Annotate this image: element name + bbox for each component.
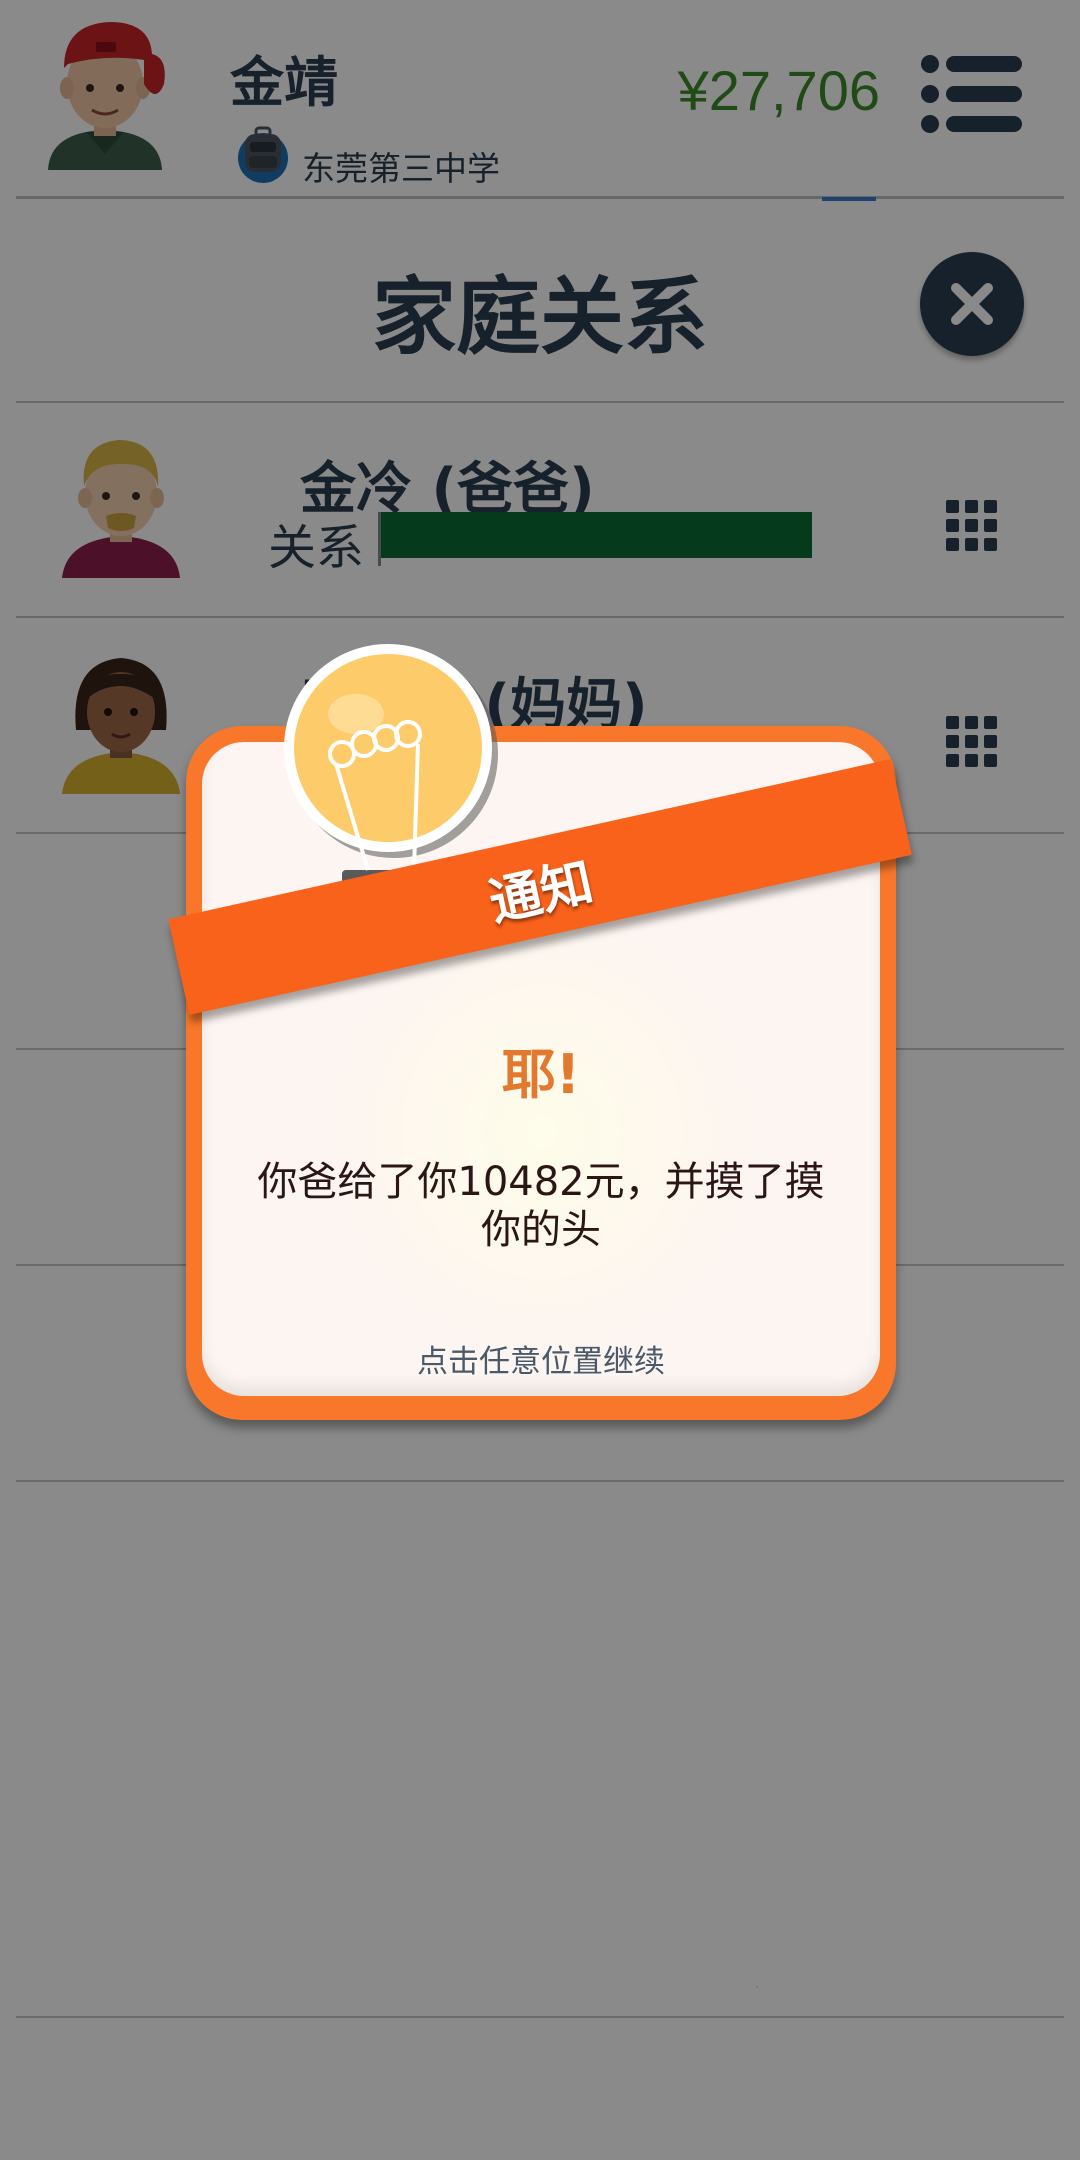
decorative-dot — [756, 1986, 758, 1988]
dialog-message: 你爸给了你10482元，并摸了摸你的头 — [257, 1159, 825, 1253]
divider — [16, 2016, 1064, 2018]
divider — [16, 1480, 1064, 1482]
continue-hint[interactable]: 点击任意位置继续 — [186, 1336, 896, 1381]
app-screen: 金靖 东莞第三中学 ¥27,706 家庭关系 金冷 (爸爸) 关系 (妈妈) 通… — [0, 0, 1080, 2160]
dialog-glow — [322, 902, 762, 1362]
dialog-heading: 耶! — [501, 1043, 581, 1106]
